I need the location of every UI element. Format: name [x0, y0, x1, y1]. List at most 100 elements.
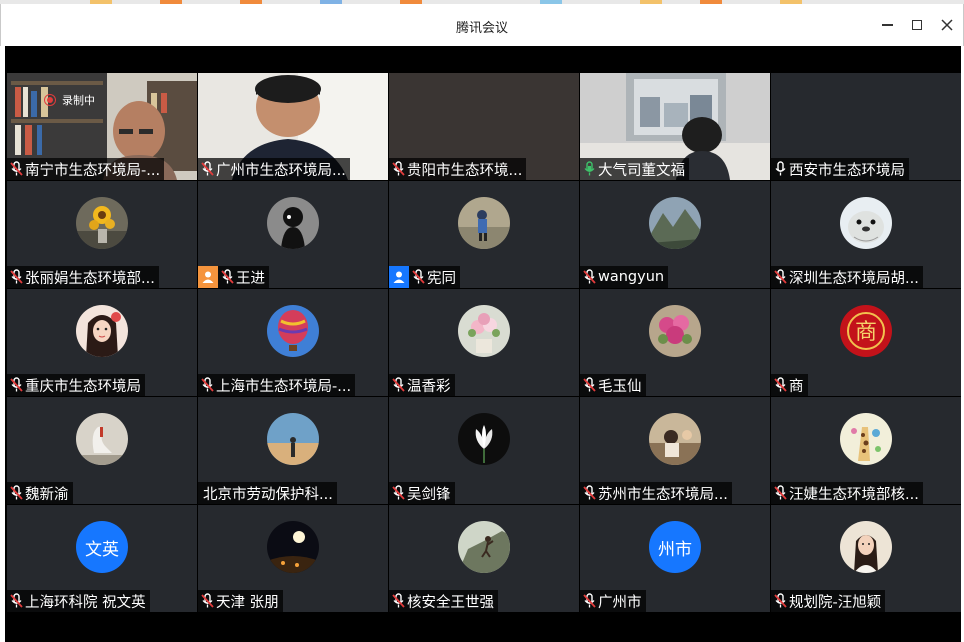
participant-tile[interactable]: 魏新渝	[7, 397, 197, 504]
participant-tile[interactable]: 重庆市生态环境局	[7, 289, 197, 396]
mic-muted-icon	[583, 269, 596, 285]
avatar	[649, 413, 701, 465]
participant-tile[interactable]: 汪婕生态环境部核...	[771, 397, 961, 504]
participant-tile[interactable]: 规划院-汪旭颖	[771, 505, 961, 612]
avatar	[458, 413, 510, 465]
participant-tile[interactable]: 深圳生态环境局胡...	[771, 181, 961, 288]
participant-tile[interactable]: 录制中南宁市生态环境局-...	[7, 73, 197, 180]
maximize-button[interactable]	[904, 13, 930, 37]
avatar	[76, 197, 128, 249]
participant-tile[interactable]: wangyun	[580, 181, 770, 288]
participant-tile[interactable]: 贵阳市生态环境...	[389, 73, 579, 180]
record-icon	[44, 94, 56, 106]
avatar: 文英	[76, 521, 128, 573]
participant-name: 上海市生态环境局-...	[216, 378, 352, 395]
mic-muted-icon	[392, 377, 405, 393]
mic-icon	[774, 161, 787, 177]
participant-name-bar: 广州市	[580, 590, 646, 612]
participant-name-bar: 上海市生态环境局-...	[198, 374, 356, 396]
avatar: 州市	[649, 521, 701, 573]
mic-muted-icon	[583, 593, 596, 609]
avatar	[840, 521, 892, 573]
participant-name: 规划院-汪旭颖	[789, 594, 882, 611]
participant-name: 张丽娟生态环境部...	[25, 270, 155, 287]
participant-name: wangyun	[598, 269, 665, 285]
avatar	[840, 197, 892, 249]
participant-name-bar: 宪同	[389, 266, 460, 288]
participant-tile[interactable]: 北京市劳动保护科...	[198, 397, 388, 504]
participant-tile[interactable]: 上海市生态环境局-...	[198, 289, 388, 396]
participant-name-bar: 广州市生态环境局...	[198, 158, 350, 180]
participant-name-bar: 天津 张朋	[198, 590, 283, 612]
participant-name-bar: 北京市劳动保护科...	[198, 482, 337, 504]
participant-name-bar: 上海环科院 祝文英	[7, 590, 150, 612]
close-button[interactable]	[934, 13, 960, 37]
participant-name: 商	[789, 378, 804, 395]
window-title: 腾讯会议	[455, 21, 508, 36]
avatar	[840, 413, 892, 465]
participant-tile[interactable]: 宪同	[389, 181, 579, 288]
participant-name: 毛玉仙	[598, 378, 642, 395]
avatar	[76, 305, 128, 357]
avatar	[267, 197, 319, 249]
mic-muted-icon	[412, 269, 425, 285]
user-role-icon	[389, 266, 409, 288]
participant-tile[interactable]: 毛玉仙	[580, 289, 770, 396]
participant-tile[interactable]: 王进	[198, 181, 388, 288]
mic-muted-icon	[774, 593, 787, 609]
avatar	[649, 305, 701, 357]
participant-name: 北京市劳动保护科...	[203, 486, 333, 503]
mic-muted-icon	[583, 485, 596, 501]
mic-muted-icon	[774, 269, 787, 285]
recording-label: 录制中	[62, 94, 95, 107]
participant-name: 西安市生态环境局	[789, 162, 905, 179]
participant-tile[interactable]: 西安市生态环境局	[771, 73, 961, 180]
mic-muted-icon	[10, 377, 23, 393]
minimize-button[interactable]	[874, 13, 900, 37]
participant-tile[interactable]: 核安全王世强	[389, 505, 579, 612]
participant-tile[interactable]: 商商	[771, 289, 961, 396]
participant-name-bar: 商	[771, 374, 808, 396]
participant-tile[interactable]: 大气司董文福	[580, 73, 770, 180]
participant-tile[interactable]: 广州市生态环境局...	[198, 73, 388, 180]
meeting-area: 录制中 南宁市生态环境局-... 广州市生态环境局... 贵阳市生态环境... 大气司董…	[5, 46, 961, 642]
avatar	[76, 413, 128, 465]
participant-name-bar: 西安市生态环境局	[771, 158, 909, 180]
mic-muted-icon	[201, 161, 214, 177]
participant-name: 天津 张朋	[216, 594, 279, 611]
participant-name: 吴剑锋	[407, 486, 451, 503]
mic-muted-icon	[10, 593, 23, 609]
mic-muted-icon	[10, 161, 23, 177]
avatar	[458, 197, 510, 249]
participant-tile[interactable]: 州市 广州市	[580, 505, 770, 612]
participant-tile[interactable]: 苏州市生态环境局...	[580, 397, 770, 504]
participant-tile[interactable]: 天津 张朋	[198, 505, 388, 612]
participant-name: 温香彩	[407, 378, 451, 395]
participant-name: 深圳生态环境局胡...	[789, 270, 919, 287]
participant-tile[interactable]: 张丽娟生态环境部...	[7, 181, 197, 288]
close-icon	[941, 19, 953, 31]
mic-muted-icon	[10, 485, 23, 501]
participant-tile[interactable]: 温香彩	[389, 289, 579, 396]
mic-muted-icon	[392, 161, 405, 177]
mic-muted-icon	[583, 377, 596, 393]
avatar	[267, 305, 319, 357]
participant-name-bar: 王进	[198, 266, 269, 288]
participant-name-bar: 大气司董文福	[580, 158, 689, 180]
mic-muted-icon	[201, 593, 214, 609]
svg-text:商: 商	[855, 320, 877, 345]
participant-name: 汪婕生态环境部核...	[789, 486, 919, 503]
mic-muted-icon	[221, 269, 234, 285]
minimize-icon	[881, 24, 893, 26]
avatar	[458, 305, 510, 357]
participant-tile[interactable]: 吴剑锋	[389, 397, 579, 504]
mic-muted-icon	[201, 377, 214, 393]
mic-icon	[583, 161, 596, 177]
participant-name-bar: 规划院-汪旭颖	[771, 590, 886, 612]
participant-name: 王进	[236, 270, 265, 287]
participant-name-bar: 毛玉仙	[580, 374, 646, 396]
participant-tile[interactable]: 文英上海环科院 祝文英	[7, 505, 197, 612]
participant-name-bar: 魏新渝	[7, 482, 73, 504]
participant-name-bar: 温香彩	[389, 374, 455, 396]
participant-name: 南宁市生态环境局-...	[25, 162, 161, 179]
